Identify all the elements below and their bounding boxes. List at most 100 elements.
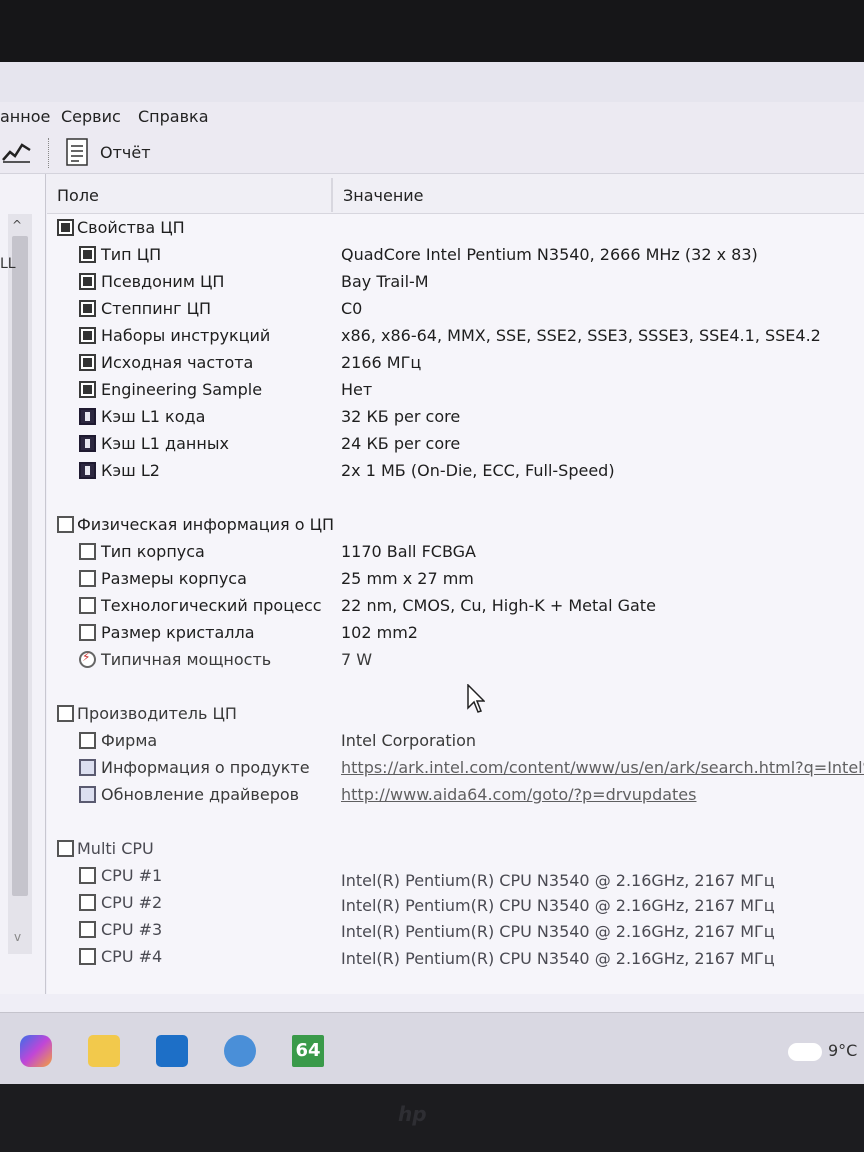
table-row[interactable]: Размеры корпуса 25 mm x 27 mm xyxy=(47,566,864,593)
row-label: Производитель ЦП xyxy=(77,704,237,723)
column-header: Поле Значение xyxy=(47,174,864,214)
product-info-link[interactable]: https://ark.intel.com/content/www/us/en/… xyxy=(341,758,864,777)
row-label: Multi CPU xyxy=(77,839,154,858)
row-label: Размеры корпуса xyxy=(101,569,247,588)
row-label: Технологический процесс xyxy=(101,596,322,615)
monitor-bezel-bottom: hp xyxy=(0,1084,864,1152)
row-label: Engineering Sample xyxy=(101,380,263,399)
table-row[interactable]: Фирма Intel Corporation xyxy=(47,728,864,755)
scrollbar-thumb[interactable] xyxy=(12,236,28,896)
scroll-down-icon[interactable]: v xyxy=(14,930,21,944)
row-value: Intel(R) Pentium(R) CPU N3540 @ 2.16GHz,… xyxy=(341,896,775,915)
cpu-icon xyxy=(79,921,96,938)
cpu-icon xyxy=(79,570,96,587)
row-value: C0 xyxy=(341,299,363,318)
table-row[interactable]: Информация о продукте https://ark.intel.… xyxy=(47,755,864,782)
table-row[interactable]: Обновление драйверов http://www.aida64.c… xyxy=(47,782,864,809)
row-label: Кэш L2 xyxy=(101,461,160,480)
weather-cloud-icon[interactable] xyxy=(788,1043,822,1061)
group-cpu-properties[interactable]: Свойства ЦП xyxy=(47,215,864,242)
row-label: CPU #3 xyxy=(101,920,163,939)
row-value: 2166 МГц xyxy=(341,353,422,372)
row-label: Физическая информация о ЦП xyxy=(77,515,335,534)
row-value: 1170 Ball FCBGA xyxy=(341,542,476,561)
memory-chip-icon xyxy=(79,435,96,452)
row-label: Фирма xyxy=(101,731,158,750)
row-label: Кэш L1 кода xyxy=(101,407,206,426)
group-physical-info[interactable]: Физическая информация о ЦП xyxy=(47,512,864,539)
table-row[interactable]: Тип корпуса 1170 Ball FCBGA xyxy=(47,539,864,566)
row-value: 32 КБ per core xyxy=(341,407,461,426)
cpu-icon xyxy=(57,219,74,236)
memory-chip-icon xyxy=(79,408,96,425)
table-row[interactable]: Кэш L1 данных 24 КБ per core xyxy=(47,431,864,458)
table-row[interactable]: Исходная частота 2166 МГц xyxy=(47,350,864,377)
row-label: Тип ЦП xyxy=(101,245,162,264)
properties-panel: Поле Значение Свойства ЦП Тип ЦП QuadCor… xyxy=(47,174,864,994)
outlook-icon[interactable] xyxy=(156,1035,188,1067)
table-row[interactable]: Типичная мощность 7 W xyxy=(47,647,864,674)
copilot-icon[interactable] xyxy=(20,1035,52,1067)
scroll-up-icon[interactable]: ^ xyxy=(12,218,22,232)
driver-update-link[interactable]: http://www.aida64.com/goto/?p=drvupdates xyxy=(341,785,696,804)
group-multi-cpu[interactable]: Multi CPU xyxy=(47,836,864,863)
report-icon[interactable] xyxy=(66,138,88,166)
report-button[interactable]: Отчёт xyxy=(100,143,151,162)
weather-temperature[interactable]: 9°C xyxy=(828,1041,857,1060)
table-row[interactable]: Кэш L1 кода 32 КБ per core xyxy=(47,404,864,431)
row-label: CPU #1 xyxy=(101,866,163,885)
navigation-pane: ^ v LL xyxy=(0,174,46,994)
row-label: CPU #4 xyxy=(101,947,163,966)
table-row[interactable]: CPU #4 Intel(R) Pentium(R) CPU N3540 @ 2… xyxy=(47,944,864,971)
monitor-bezel-top xyxy=(0,0,864,62)
column-field[interactable]: Поле xyxy=(57,186,99,205)
table-row[interactable]: Технологический процесс 22 nm, CMOS, Cu,… xyxy=(47,593,864,620)
cpu-icon xyxy=(79,354,96,371)
table-row[interactable]: Engineering Sample Нет xyxy=(47,377,864,404)
file-explorer-icon[interactable] xyxy=(88,1035,120,1067)
column-value[interactable]: Значение xyxy=(343,186,424,205)
table-row[interactable]: Псевдоним ЦП Bay Trail-M xyxy=(47,269,864,296)
screen: анное Сервис Справка Отчёт ^ v LL Поле З… xyxy=(0,62,864,1082)
aida64-icon[interactable]: 64 xyxy=(292,1035,324,1067)
cpu-icon xyxy=(79,948,96,965)
taskbar: 64 9°C xyxy=(0,1012,864,1084)
group-manufacturer[interactable]: Производитель ЦП xyxy=(47,701,864,728)
row-label: Наборы инструкций xyxy=(101,326,271,345)
cpu-icon xyxy=(79,624,96,641)
table-row[interactable]: Размер кристалла 102 mm2 xyxy=(47,620,864,647)
browser-icon[interactable] xyxy=(224,1035,256,1067)
table-row[interactable]: CPU #3 Intel(R) Pentium(R) CPU N3540 @ 2… xyxy=(47,917,864,944)
chart-icon[interactable] xyxy=(2,140,32,164)
cpu-icon xyxy=(57,516,74,533)
table-row[interactable]: CPU #2 Intel(R) Pentium(R) CPU N3540 @ 2… xyxy=(47,890,864,917)
row-value: 24 КБ per core xyxy=(341,434,461,453)
table-row[interactable]: Тип ЦП QuadCore Intel Pentium N3540, 266… xyxy=(47,242,864,269)
nav-text-fragment: LL xyxy=(0,256,16,272)
table-row[interactable]: Степпинг ЦП C0 xyxy=(47,296,864,323)
row-value: 7 W xyxy=(341,650,373,669)
cpu-icon xyxy=(79,894,96,911)
menu-item-service[interactable]: Сервис xyxy=(61,107,121,126)
row-value: Intel(R) Pentium(R) CPU N3540 @ 2.16GHz,… xyxy=(341,922,775,941)
row-value: 2x 1 МБ (On-Die, ECC, Full-Speed) xyxy=(341,461,615,480)
title-bar xyxy=(0,62,864,102)
row-label: Обновление драйверов xyxy=(101,785,300,804)
row-label: Исходная частота xyxy=(101,353,254,372)
cpu-icon xyxy=(79,273,96,290)
mouse-cursor-icon xyxy=(467,684,485,713)
column-divider[interactable] xyxy=(331,178,333,212)
table-row[interactable]: Наборы инструкций x86, x86-64, MMX, SSE,… xyxy=(47,323,864,350)
cpu-icon xyxy=(57,840,74,857)
cpu-icon xyxy=(57,705,74,722)
menu-bar: анное Сервис Справка xyxy=(0,102,864,132)
product-link-icon xyxy=(79,759,96,776)
row-label: Свойства ЦП xyxy=(77,218,185,237)
cpu-icon xyxy=(79,300,96,317)
cpu-icon xyxy=(79,327,96,344)
menu-item-help[interactable]: Справка xyxy=(138,107,209,126)
table-row[interactable]: CPU #1 Intel(R) Pentium(R) CPU N3540 @ 2… xyxy=(47,863,864,890)
table-row[interactable]: Кэш L2 2x 1 МБ (On-Die, ECC, Full-Speed) xyxy=(47,458,864,485)
row-value: Intel(R) Pentium(R) CPU N3540 @ 2.16GHz,… xyxy=(341,949,775,968)
menu-item-favorites[interactable]: анное xyxy=(0,107,50,126)
